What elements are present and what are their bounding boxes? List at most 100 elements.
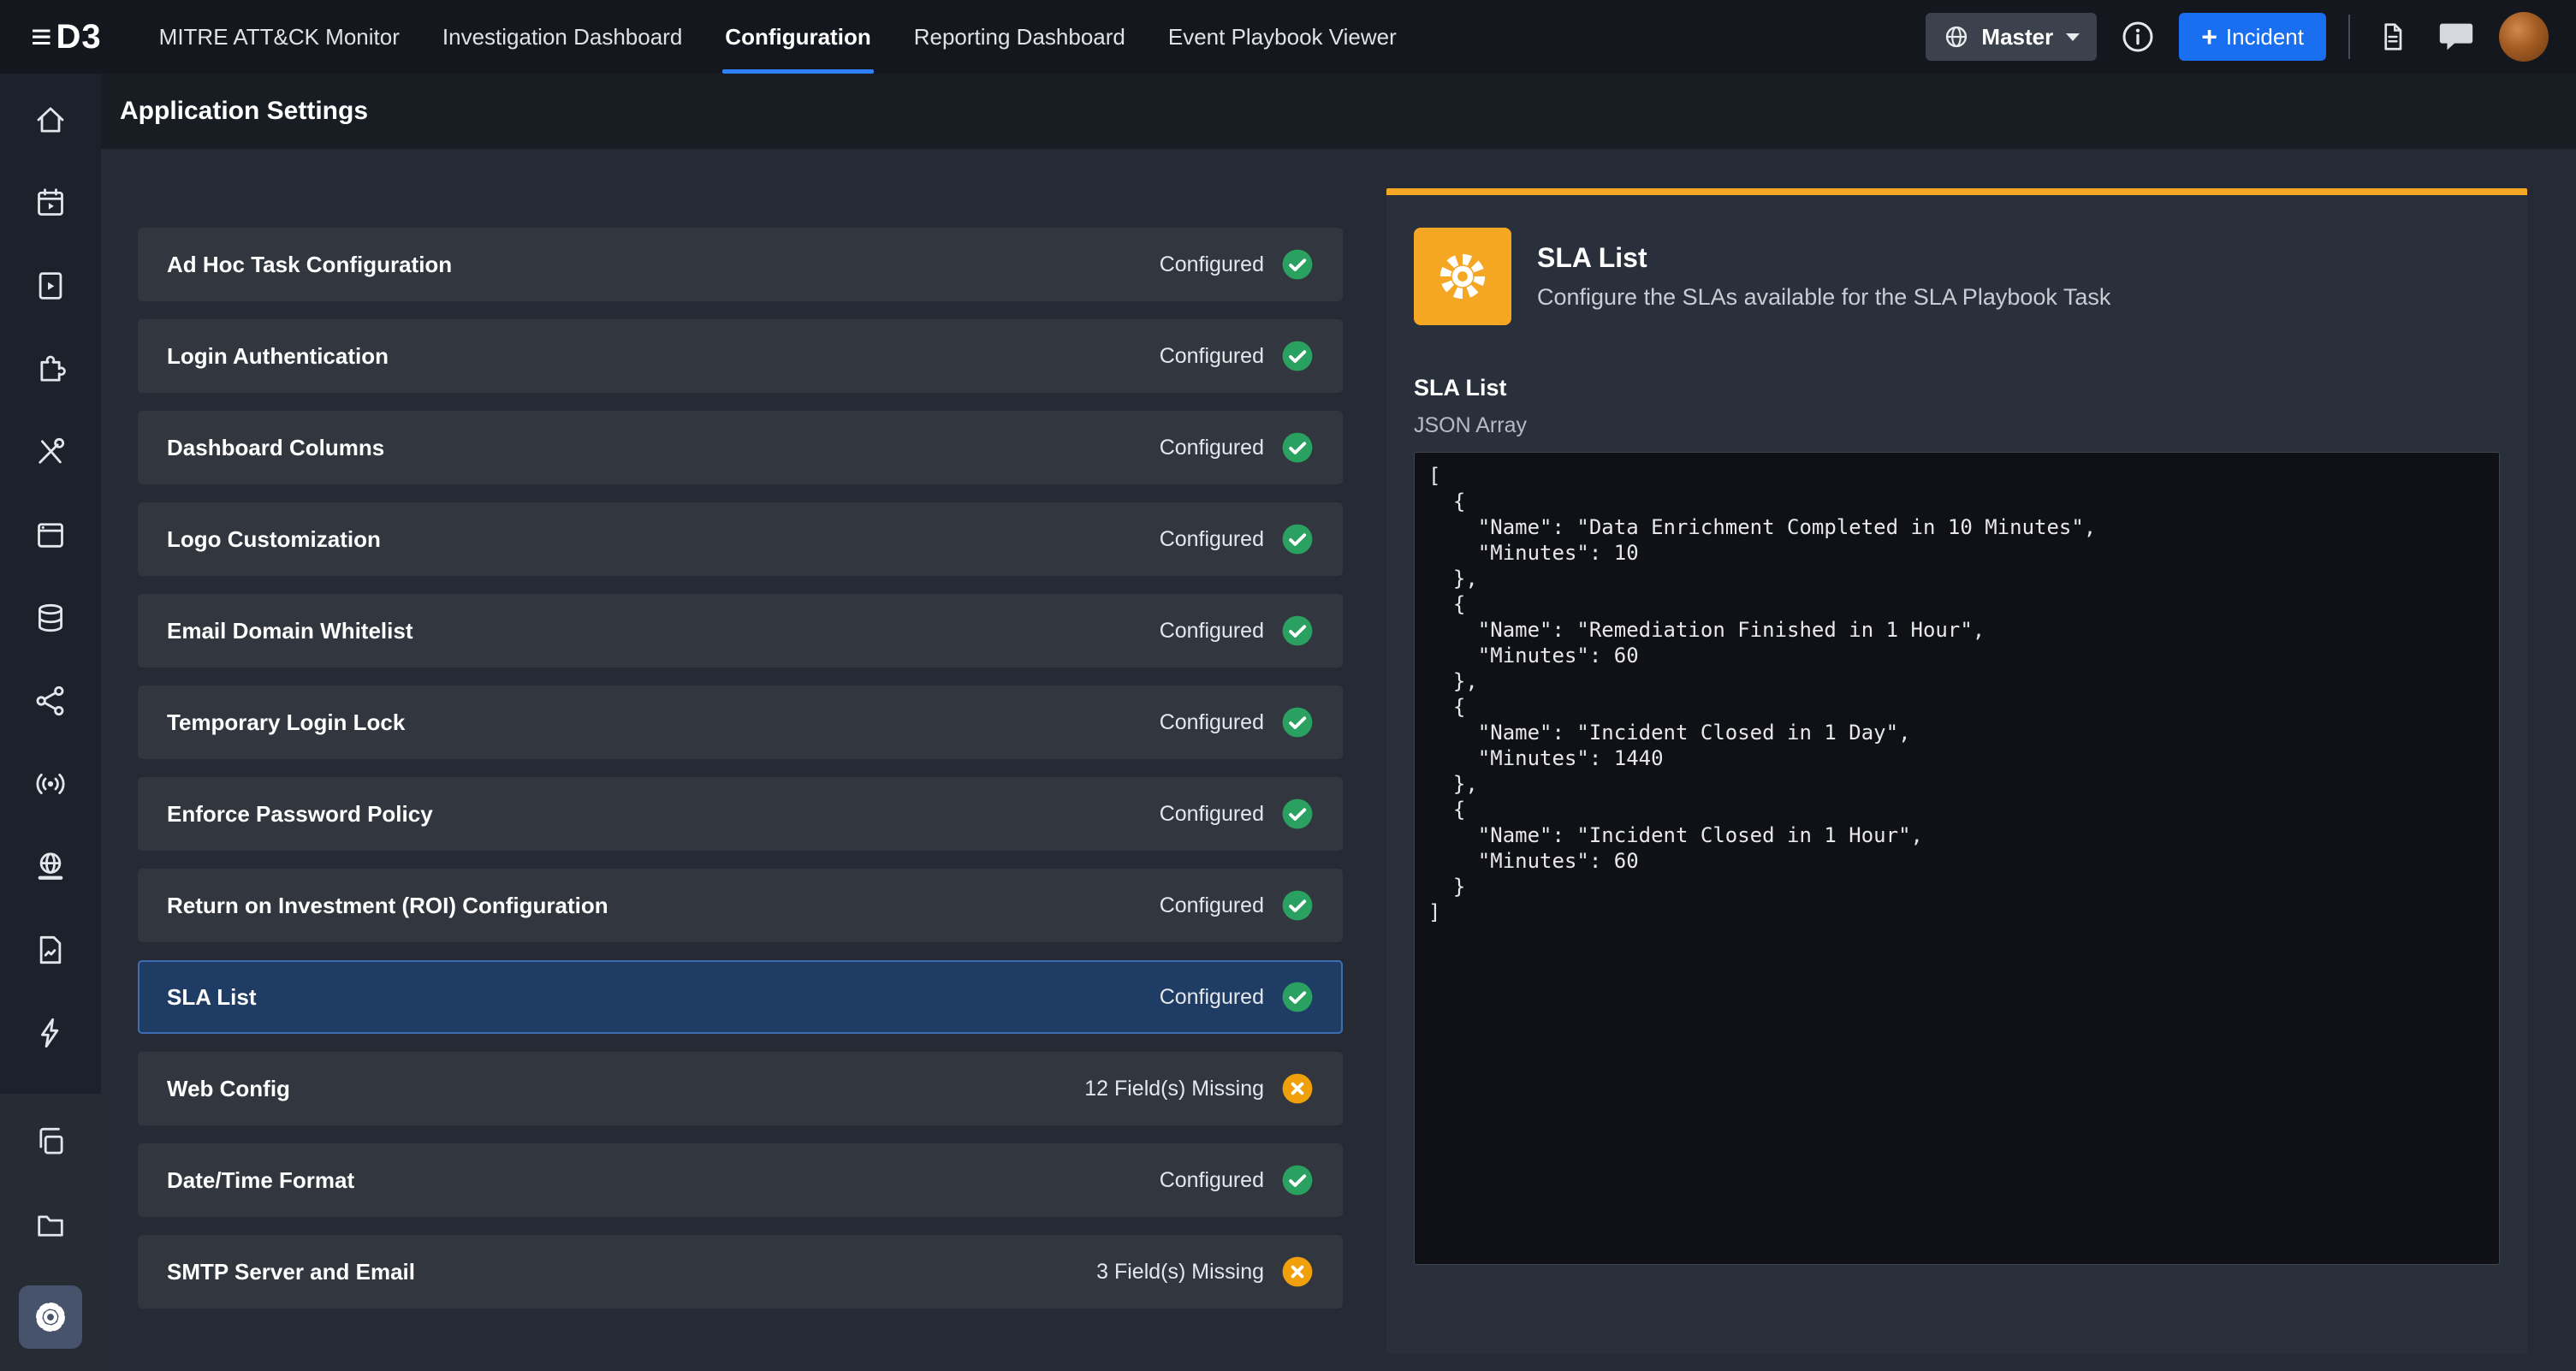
- setting-label: Login Authentication: [167, 343, 389, 370]
- setting-label: SMTP Server and Email: [167, 1259, 415, 1285]
- setting-label: Logo Customization: [167, 526, 381, 553]
- logo-text: D3: [56, 18, 102, 56]
- settings-row-email-domain-whitelist[interactable]: Email Domain Whitelist Configured: [138, 594, 1343, 668]
- settings-row-enforce-password-policy[interactable]: Enforce Password Policy Configured: [138, 777, 1343, 851]
- field-type-label: JSON Array: [1414, 413, 2500, 438]
- sidebar-item-utilities-tools[interactable]: [20, 430, 81, 474]
- check-circle-icon: [1281, 798, 1314, 830]
- setting-status: Configured: [1160, 985, 1264, 1010]
- application-settings-page: ≡ D3 MITRE ATT&CK MonitorInvestigation D…: [0, 0, 2576, 1371]
- top-nav: MITRE ATT&CK MonitorInvestigation Dashbo…: [138, 0, 1418, 74]
- settings-row-return-on-investment-roi-configuration[interactable]: Return on Investment (ROI) Configuration…: [138, 869, 1343, 942]
- sidebar-item-schedule-window[interactable]: [20, 513, 81, 557]
- document-icon[interactable]: [2372, 16, 2413, 57]
- check-circle-icon: [1281, 889, 1314, 922]
- settings-row-login-authentication[interactable]: Login Authentication Configured: [138, 319, 1343, 393]
- check-circle-icon: [1281, 248, 1314, 281]
- sidebar-item-report-document[interactable]: [20, 928, 81, 972]
- error-circle-icon: [1281, 1255, 1314, 1288]
- detail-panel: SLA List Configure the SLAs available fo…: [1386, 188, 2527, 1354]
- settings-row-logo-customization[interactable]: Logo Customization Configured: [138, 502, 1343, 576]
- settings-row-temporary-login-lock[interactable]: Temporary Login Lock Configured: [138, 686, 1343, 759]
- setting-status: Configured: [1160, 252, 1264, 277]
- sidebar-item-connections-share[interactable]: [20, 679, 81, 723]
- setting-status: Configured: [1160, 344, 1264, 369]
- error-circle-icon: [1281, 1072, 1314, 1105]
- divider: [2348, 15, 2350, 59]
- plus-icon: +: [2201, 23, 2217, 50]
- check-circle-icon: [1281, 706, 1314, 739]
- nav-item-mitre-att-ck-monitor[interactable]: MITRE ATT&CK Monitor: [138, 0, 421, 74]
- check-circle-icon: [1281, 523, 1314, 555]
- setting-status: Configured: [1160, 710, 1264, 735]
- logo-icon: ≡: [31, 19, 53, 55]
- gear-icon: [1414, 228, 1511, 325]
- settings-row-web-config[interactable]: Web Config 12 Field(s) Missing: [138, 1052, 1343, 1125]
- sidebar-item-broadcast-signal[interactable]: [20, 762, 81, 806]
- user-avatar[interactable]: [2499, 12, 2549, 62]
- setting-label: SLA List: [167, 984, 256, 1011]
- sidebar-item-playbook-media[interactable]: [20, 264, 81, 308]
- main-content: Ad Hoc Task ConfigurationConfiguredLogin…: [101, 149, 2576, 1371]
- nav-item-event-playbook-viewer[interactable]: Event Playbook Viewer: [1147, 0, 1418, 74]
- sidebar-item-settings-gear[interactable]: [19, 1285, 82, 1349]
- titlebar: Application Settings: [101, 74, 2576, 149]
- globe-icon: [1943, 23, 1970, 50]
- setting-status: Configured: [1160, 1168, 1264, 1193]
- sidebar-item-integrations-puzzle[interactable]: [20, 347, 81, 391]
- setting-status: 12 Field(s) Missing: [1084, 1077, 1264, 1101]
- setting-label: Return on Investment (ROI) Configuration: [167, 893, 608, 919]
- check-circle-icon: [1281, 340, 1314, 372]
- environment-selector[interactable]: Master: [1926, 13, 2097, 61]
- sidebar-item-files-folder[interactable]: [20, 1202, 81, 1247]
- setting-label: Web Config: [167, 1076, 290, 1102]
- nav-item-investigation-dashboard[interactable]: Investigation Dashboard: [421, 0, 703, 74]
- setting-status: Configured: [1160, 893, 1264, 918]
- setting-status: 3 Field(s) Missing: [1096, 1260, 1264, 1285]
- check-circle-icon: [1281, 431, 1314, 464]
- sidebar: [0, 74, 101, 1371]
- environment-label: Master: [1981, 24, 2053, 50]
- setting-label: Temporary Login Lock: [167, 709, 405, 736]
- topbar-actions: Master + Incident: [1926, 12, 2549, 62]
- sidebar-item-data-database[interactable]: [20, 596, 81, 640]
- sidebar-bottom-group: [0, 1094, 101, 1371]
- detail-title: SLA List: [1537, 242, 2110, 274]
- chevron-down-icon: [2066, 33, 2080, 41]
- settings-row-ad-hoc-task-configuration[interactable]: Ad Hoc Task Configuration Configured: [138, 228, 1343, 301]
- setting-label: Email Domain Whitelist: [167, 618, 413, 644]
- page-title: Application Settings: [101, 97, 368, 126]
- setting-label: Dashboard Columns: [167, 435, 384, 461]
- detail-header: SLA List Configure the SLAs available fo…: [1414, 228, 2500, 325]
- setting-status: Configured: [1160, 802, 1264, 827]
- setting-status: Configured: [1160, 619, 1264, 644]
- check-circle-icon: [1281, 1164, 1314, 1196]
- check-circle-icon: [1281, 614, 1314, 647]
- app-logo[interactable]: ≡ D3: [31, 18, 102, 56]
- setting-label: Enforce Password Policy: [167, 801, 433, 828]
- setting-label: Date/Time Format: [167, 1167, 354, 1194]
- setting-status: Configured: [1160, 527, 1264, 552]
- detail-titles: SLA List Configure the SLAs available fo…: [1537, 242, 2110, 311]
- field-label: SLA List: [1414, 375, 2500, 401]
- sidebar-item-web-globe[interactable]: [20, 845, 81, 889]
- settings-row-sla-list[interactable]: SLA List Configured: [138, 960, 1343, 1034]
- settings-row-dashboard-columns[interactable]: Dashboard Columns Configured: [138, 411, 1343, 484]
- info-icon[interactable]: [2119, 18, 2157, 56]
- settings-list: Ad Hoc Task ConfigurationConfiguredLogin…: [138, 228, 1343, 1309]
- detail-description: Configure the SLAs available for the SLA…: [1537, 284, 2110, 311]
- nav-item-configuration[interactable]: Configuration: [703, 0, 892, 74]
- new-incident-button[interactable]: + Incident: [2179, 13, 2326, 61]
- sidebar-item-duplicate-copy[interactable]: [20, 1119, 81, 1164]
- settings-row-smtp-server-and-email[interactable]: SMTP Server and Email 3 Field(s) Missing: [138, 1235, 1343, 1309]
- sidebar-item-home[interactable]: [20, 98, 81, 142]
- incident-button-label: Incident: [2226, 24, 2304, 50]
- nav-item-reporting-dashboard[interactable]: Reporting Dashboard: [893, 0, 1147, 74]
- sidebar-item-event-calendar[interactable]: [20, 181, 81, 225]
- sidebar-item-automation-lightning[interactable]: [20, 1011, 81, 1055]
- sla-json-editor[interactable]: [ { "Name": "Data Enrichment Completed i…: [1414, 452, 2500, 1265]
- chat-icon[interactable]: [2436, 16, 2477, 57]
- settings-row-date-time-format[interactable]: Date/Time Format Configured: [138, 1143, 1343, 1217]
- setting-label: Ad Hoc Task Configuration: [167, 252, 452, 278]
- setting-status: Configured: [1160, 436, 1264, 460]
